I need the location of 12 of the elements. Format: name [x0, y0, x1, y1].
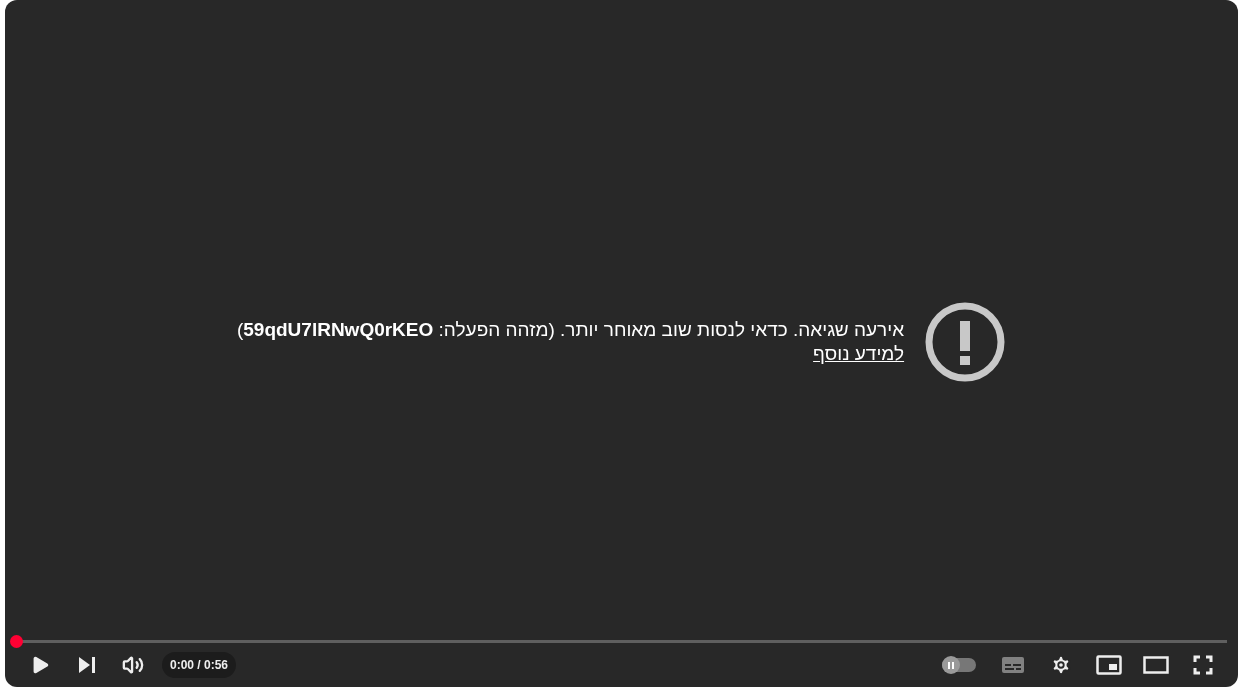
autoplay-toggle[interactable]	[942, 658, 976, 672]
learn-more-link[interactable]: למידע נוסף	[813, 342, 905, 366]
time-display: 0:00 / 0:56	[162, 652, 237, 678]
next-icon	[78, 656, 96, 674]
theater-icon	[1143, 656, 1169, 674]
subtitles-icon	[1001, 656, 1025, 674]
fullscreen-icon	[1193, 655, 1213, 675]
scrubber-handle[interactable]	[10, 635, 23, 648]
miniplayer-icon	[1096, 655, 1122, 675]
volume-icon	[122, 654, 144, 676]
warning-icon	[924, 301, 1007, 383]
settings-icon	[1050, 654, 1072, 676]
